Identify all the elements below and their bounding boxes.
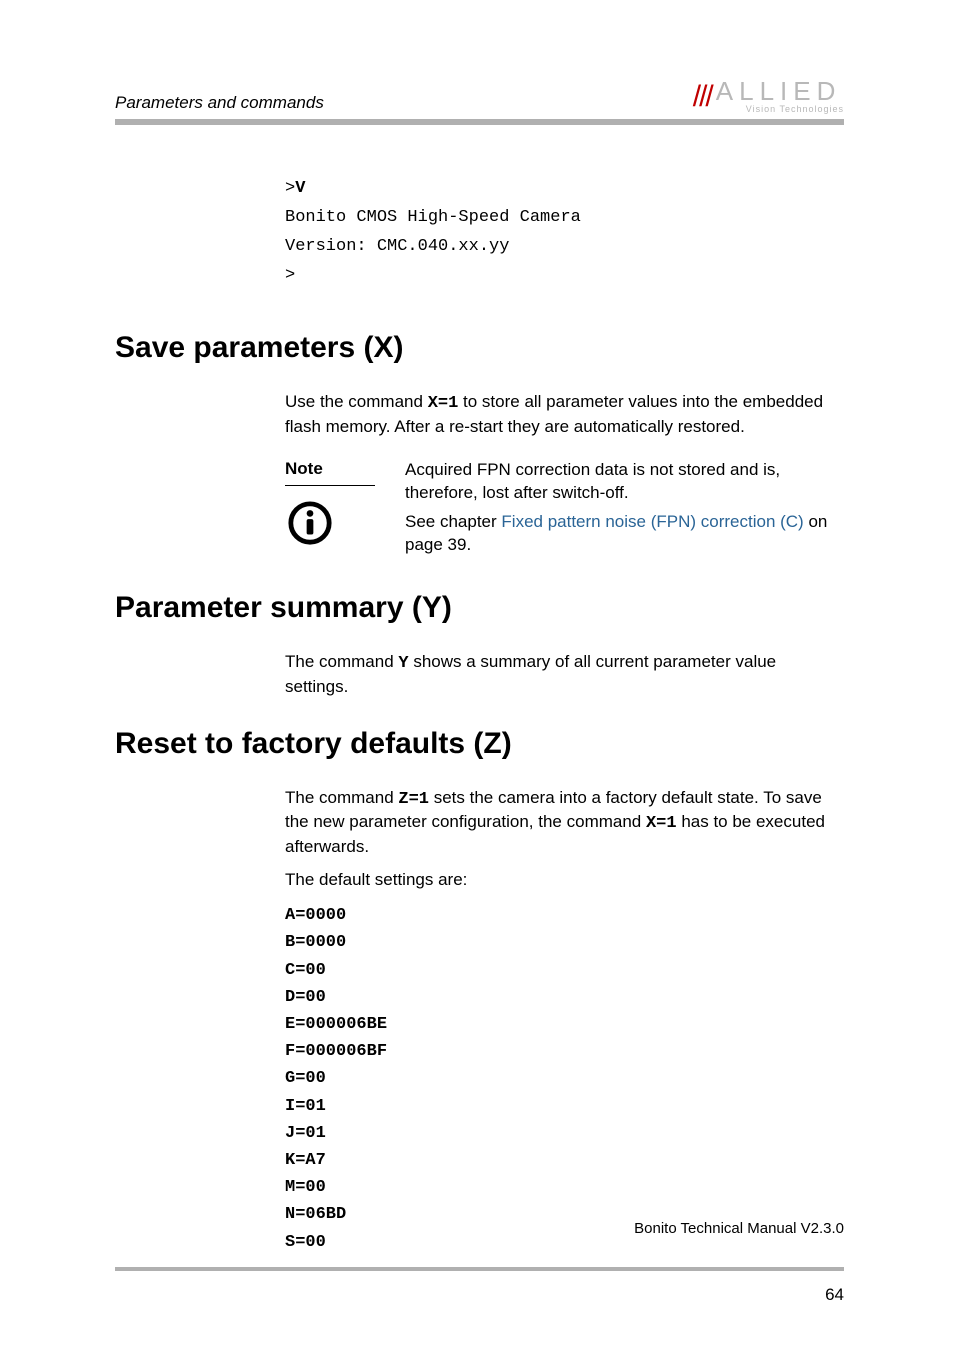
- brand-logo: /// ALLIED Vision Technologies: [693, 80, 844, 113]
- note-text-2: See chapter Fixed pattern noise (FPN) co…: [405, 511, 844, 557]
- info-icon: [287, 500, 333, 546]
- logo-sub-text: Vision Technologies: [746, 105, 844, 113]
- terminal-output: >V Bonito CMOS High-Speed Camera Version…: [285, 175, 844, 291]
- footer-doc-title: Bonito Technical Manual V2.3.0: [115, 1220, 844, 1237]
- reset-para-2: The default settings are:: [285, 869, 844, 892]
- page-header: Parameters and commands /// ALLIED Visio…: [115, 80, 844, 113]
- reset-para-1: The command Z=1 sets the camera into a f…: [285, 787, 844, 860]
- cross-reference-link[interactable]: Fixed pattern noise (FPN) correction (C): [501, 512, 803, 531]
- header-divider: [115, 119, 844, 125]
- heading-reset-defaults: Reset to factory defaults (Z): [115, 727, 844, 761]
- footer-divider: [115, 1267, 844, 1271]
- note-text-1: Acquired FPN correction data is not stor…: [405, 459, 844, 505]
- header-section-title: Parameters and commands: [115, 93, 324, 113]
- note-block: Note Acquired FPN correction data is not…: [285, 459, 844, 563]
- heading-parameter-summary: Parameter summary (Y): [115, 591, 844, 625]
- save-para-1: Use the command X=1 to store all paramet…: [285, 391, 844, 439]
- page-number: 64: [115, 1285, 844, 1305]
- page-footer: Bonito Technical Manual V2.3.0 64: [115, 1214, 844, 1305]
- default-settings-list: A=0000 B=0000 C=00 D=00 E=000006BE F=000…: [285, 902, 844, 1255]
- logo-slashes-icon: ///: [693, 82, 712, 112]
- summary-para: The command Y shows a summary of all cur…: [285, 651, 844, 699]
- heading-save-parameters: Save parameters (X): [115, 331, 844, 365]
- note-label: Note: [285, 459, 375, 486]
- logo-main-text: ALLIED: [716, 76, 842, 106]
